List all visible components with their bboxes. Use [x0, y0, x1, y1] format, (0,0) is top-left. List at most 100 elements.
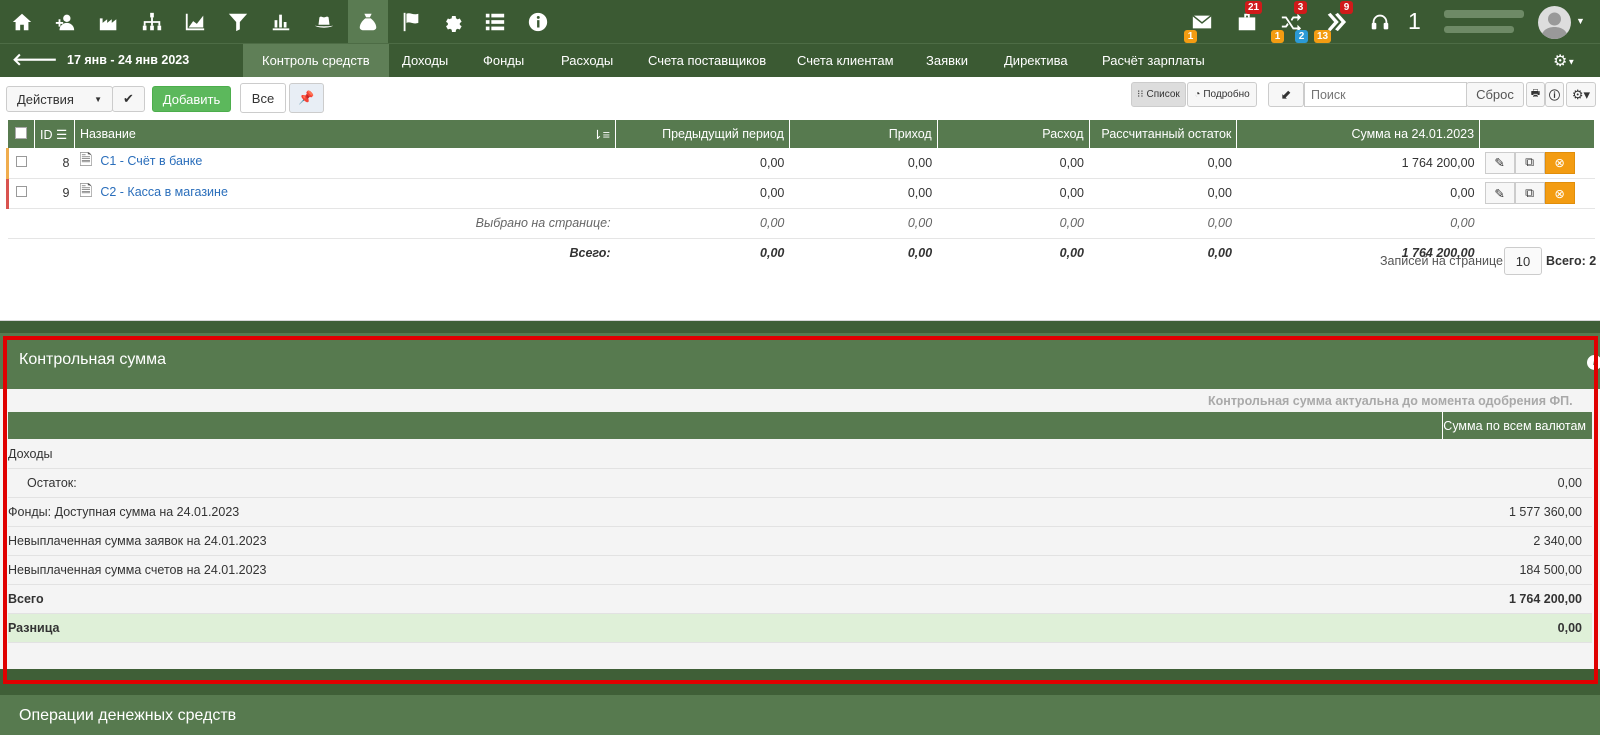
table-row[interactable]: 9 🗎 С2 - Касса в магазине 0,00 0,00 0,00 … [7, 178, 1595, 209]
bar-chart-icon[interactable] [262, 0, 300, 43]
selected-out: 0,00 [937, 208, 1090, 239]
row-sum: 0,00 [1236, 178, 1480, 209]
tab-client-invoices[interactable]: Счета клиентам [778, 44, 913, 78]
period-label[interactable]: 17 янв - 24 янв 2023 [67, 53, 189, 67]
back-arrow-icon[interactable]: 🡐 [12, 50, 58, 70]
name-header[interactable]: Название ⇂≡ [74, 120, 617, 148]
per-page-select[interactable]: 10 [1504, 247, 1542, 275]
edit-icon[interactable]: ✎ [1484, 151, 1515, 174]
copy-icon[interactable]: ⧉ [1514, 182, 1545, 204]
nav-bar: 🡐 17 янв - 24 янв 2023 Контроль средств … [0, 43, 1600, 78]
select-all-header[interactable] [7, 120, 35, 148]
total-row: Всего: 0,00 0,00 0,00 0,00 1 764 200,00 [8, 238, 1595, 268]
actions-dropdown[interactable]: Действия ▼ [6, 86, 113, 112]
shuffle-badge-1: 1 [1271, 30, 1284, 43]
home-icon[interactable] [3, 0, 41, 43]
pin-icon[interactable]: 📌 [289, 83, 324, 113]
total-calc: 0,00 [1207, 246, 1232, 261]
factory-icon[interactable] [90, 0, 128, 43]
tab-payroll[interactable]: Расчёт зарплаты [1083, 44, 1224, 78]
check-button[interactable]: ✔ [112, 86, 145, 112]
table-settings-icon[interactable]: ⚙▾ [1566, 82, 1596, 107]
grid-icon: ⁝⁝ [1137, 89, 1144, 100]
tab-directive[interactable]: Директива [985, 44, 1087, 78]
per-page-label: Записей на странице [1380, 254, 1503, 268]
prev-period-header[interactable]: Предыдущий период [615, 120, 790, 148]
name-header-label: Название [79, 126, 136, 141]
headset-icon[interactable] [1362, 0, 1398, 43]
selected-prev: 0,00 [615, 208, 790, 239]
money-bag-icon[interactable] [348, 0, 388, 43]
expense-header[interactable]: Расход [937, 120, 1090, 148]
row-name-link[interactable]: С2 - Касса в магазине [100, 185, 228, 199]
sum-date-header[interactable]: Сумма на 24.01.2023 [1236, 120, 1481, 148]
row-name-link[interactable]: С1 - Счёт в банке [100, 154, 202, 168]
row-checkbox[interactable] [16, 155, 28, 167]
tab-requests[interactable]: Заявки [907, 44, 987, 78]
selected-calc: 0,00 [1089, 208, 1237, 239]
list-icon[interactable] [476, 0, 514, 43]
row-checkbox[interactable] [16, 186, 28, 197]
counter: 1 [1408, 8, 1421, 34]
row-prev: 0,00 [615, 178, 790, 209]
briefcase-badge: 21 [1245, 1, 1263, 14]
row-in: 0,00 [789, 178, 938, 209]
info-icon[interactable] [519, 0, 557, 43]
top-toolbar: 1 21 3 1 2 13 9 1 ▼ [0, 0, 1600, 43]
user-add-icon[interactable] [46, 0, 84, 43]
print-icon[interactable]: 🖶 [1526, 82, 1545, 107]
collapse-arrow-icon[interactable]: ⬋ [1268, 82, 1304, 107]
area-chart-icon[interactable] [176, 0, 214, 43]
operations-header[interactable]: Операции денежных средств [0, 695, 1600, 735]
row-calc: 0,00 [1089, 148, 1237, 179]
selected-row: Выбрано на странице: 0,00 0,00 0,00 0,00… [7, 208, 1595, 239]
check-icon: ✔ [123, 91, 134, 106]
id-header[interactable]: ID ☰ [34, 120, 75, 148]
row-out: 0,00 [937, 148, 1090, 179]
tab-funds[interactable]: Фонды [464, 44, 543, 78]
org-chart-icon[interactable] [133, 0, 171, 43]
info-small-icon[interactable]: ⓘ [1545, 82, 1564, 107]
select-all-checkbox[interactable] [14, 126, 27, 139]
gear-icon[interactable] [433, 0, 471, 43]
row-id: 8 [34, 148, 75, 179]
flag-icon[interactable] [392, 0, 430, 43]
chevron-down-icon[interactable]: ▼ [1576, 16, 1585, 26]
search-input[interactable] [1304, 82, 1467, 107]
copy-icon[interactable]: ⧉ [1514, 151, 1545, 174]
total-label: Всего: [569, 246, 611, 261]
row-in: 0,00 [789, 148, 938, 179]
settings-gear-icon[interactable]: ⚙▼ [1553, 51, 1575, 71]
tab-supplier-invoices[interactable]: Счета поставщиков [629, 44, 785, 78]
add-button[interactable]: Добавить [152, 86, 231, 112]
calc-balance-header[interactable]: Рассчитанный остаток [1089, 120, 1238, 148]
selected-in: 0,00 [789, 208, 938, 239]
tab-funds-control[interactable]: Контроль средств [243, 44, 389, 78]
delete-icon[interactable]: ⊗ [1544, 151, 1575, 174]
funds-table: ID ☰ Название ⇂≡ Предыдущий период Приход… [6, 120, 1595, 268]
tab-expenses[interactable]: Расходы [542, 44, 632, 78]
user-email-blurred [1444, 26, 1514, 33]
filter-icon[interactable] [219, 0, 257, 43]
sort-desc-icon: ⇂≡ [592, 127, 611, 142]
actions-header [1479, 120, 1595, 148]
income-header[interactable]: Приход [789, 120, 938, 148]
filter-all-tab[interactable]: Все [240, 83, 286, 113]
edit-icon[interactable]: ✎ [1484, 182, 1515, 204]
funds-panel: Действия ▼ ✔ Добавить Все 📌 ⁝⁝ Список ◔ Под… [0, 77, 1600, 321]
view-detail-button[interactable]: ◔ Подробно [1187, 82, 1257, 107]
avatar[interactable] [1538, 6, 1571, 39]
reset-button[interactable]: Сброс [1466, 82, 1524, 107]
actions-label: Действия [17, 91, 74, 107]
tab-income[interactable]: Доходы [383, 44, 467, 78]
selected-sum: 0,00 [1236, 208, 1480, 239]
view-list-button[interactable]: ⁝⁝ Список [1131, 82, 1186, 107]
operations-title: Операции денежных средств [19, 707, 237, 724]
hat-icon[interactable] [305, 0, 343, 43]
selected-label: Выбрано на странице: [74, 208, 616, 239]
delete-icon[interactable]: ⊗ [1544, 182, 1575, 204]
total-count: Всего: 2 [1546, 254, 1597, 268]
table-row[interactable]: 8 🗎 С1 - Счёт в банке 0,00 0,00 0,00 0,00… [7, 148, 1595, 179]
view-detail-label: Подробно [1203, 89, 1250, 100]
row-calc: 0,00 [1089, 178, 1237, 209]
